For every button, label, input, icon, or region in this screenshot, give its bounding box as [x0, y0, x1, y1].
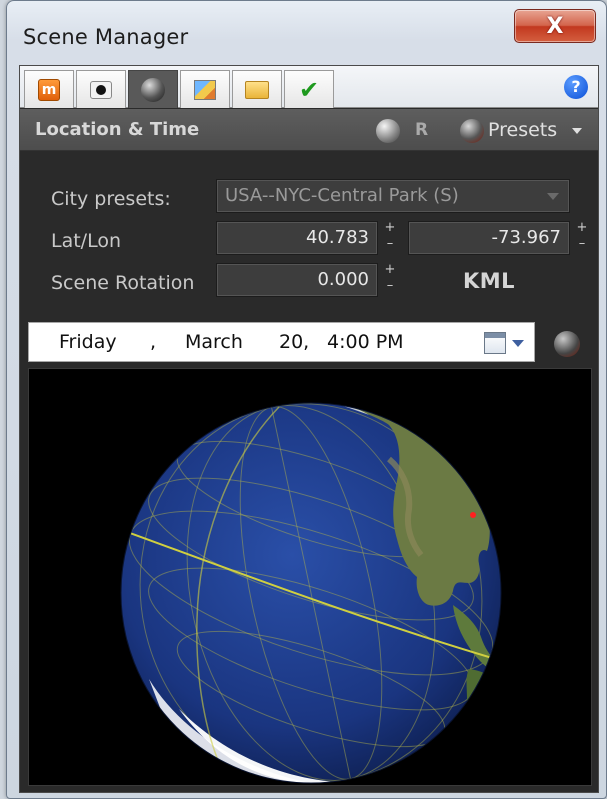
datetime-picker[interactable]: Friday , March 20, 4:00 PM [28, 322, 535, 362]
date-time[interactable]: 4:00 PM [327, 331, 404, 353]
tab-location-time[interactable] [128, 70, 178, 108]
reset-button[interactable]: R [415, 120, 428, 140]
longitude-decrement[interactable]: – [575, 237, 589, 250]
scene-manager-window: Scene Manager X m ✔ ? Location & Time R … [6, 0, 607, 799]
tab-folder[interactable] [232, 70, 282, 108]
city-presets-select[interactable]: USA--NYC-Central Park (S) [216, 179, 570, 213]
camera-icon [90, 80, 112, 99]
south-america-landmass [464, 669, 501, 768]
tab-images[interactable] [180, 70, 230, 108]
rotation-increment[interactable]: + [383, 263, 397, 276]
section-header: Location & Time R Presets [20, 109, 598, 151]
close-icon: X [546, 13, 564, 39]
longitude-field[interactable]: -73.967 [408, 221, 570, 255]
tab-camera[interactable] [76, 70, 126, 108]
chevron-down-icon[interactable] [512, 340, 524, 347]
scene-panel: m ✔ ? Location & Time R Presets City pre… [19, 65, 599, 793]
date-month[interactable]: March [185, 331, 243, 353]
kml-button[interactable]: KML [463, 269, 515, 293]
date-day[interactable]: 20, [279, 331, 309, 353]
earth-globe [120, 402, 502, 784]
title-bar[interactable]: Scene Manager X [7, 1, 606, 61]
checkmark-icon: ✔ [298, 75, 320, 104]
window-title: Scene Manager [23, 25, 189, 49]
calendar-icon[interactable] [484, 332, 506, 354]
close-button[interactable]: X [514, 9, 596, 43]
sun-sphere-icon[interactable] [376, 119, 400, 143]
scene-rotation-label: Scene Rotation [51, 272, 195, 294]
longitude-increment[interactable]: + [575, 221, 589, 234]
chevron-down-icon [547, 193, 559, 200]
scene-rotation-field[interactable]: 0.000 [216, 263, 378, 297]
date-weekday[interactable]: Friday [59, 331, 117, 353]
globe-viewport[interactable] [28, 368, 592, 786]
tab-bar: m ✔ ? [20, 66, 598, 108]
presets-globe-icon[interactable] [460, 119, 484, 143]
rotation-decrement[interactable]: – [383, 279, 397, 292]
folder-icon [245, 80, 269, 99]
help-icon[interactable]: ? [564, 75, 588, 99]
tab-apply[interactable]: ✔ [284, 70, 334, 108]
location-marker [470, 512, 476, 518]
tab-materials[interactable]: m [24, 70, 74, 108]
globe-icon [141, 77, 165, 102]
latitude-decrement[interactable]: – [383, 237, 397, 250]
city-presets-value: USA--NYC-Central Park (S) [225, 185, 459, 206]
latitude-field[interactable]: 40.783 [216, 221, 378, 255]
presets-menu[interactable]: Presets [488, 119, 557, 141]
latlon-label: Lat/Lon [51, 230, 121, 252]
materials-icon: m [38, 78, 60, 101]
date-separator: , [150, 331, 157, 353]
section-title: Location & Time [35, 119, 200, 140]
city-presets-label: City presets: [51, 188, 171, 210]
chevron-down-icon[interactable] [572, 128, 582, 134]
picture-icon [194, 79, 216, 100]
sun-position-globe-icon[interactable] [554, 331, 580, 357]
latitude-increment[interactable]: + [383, 221, 397, 234]
